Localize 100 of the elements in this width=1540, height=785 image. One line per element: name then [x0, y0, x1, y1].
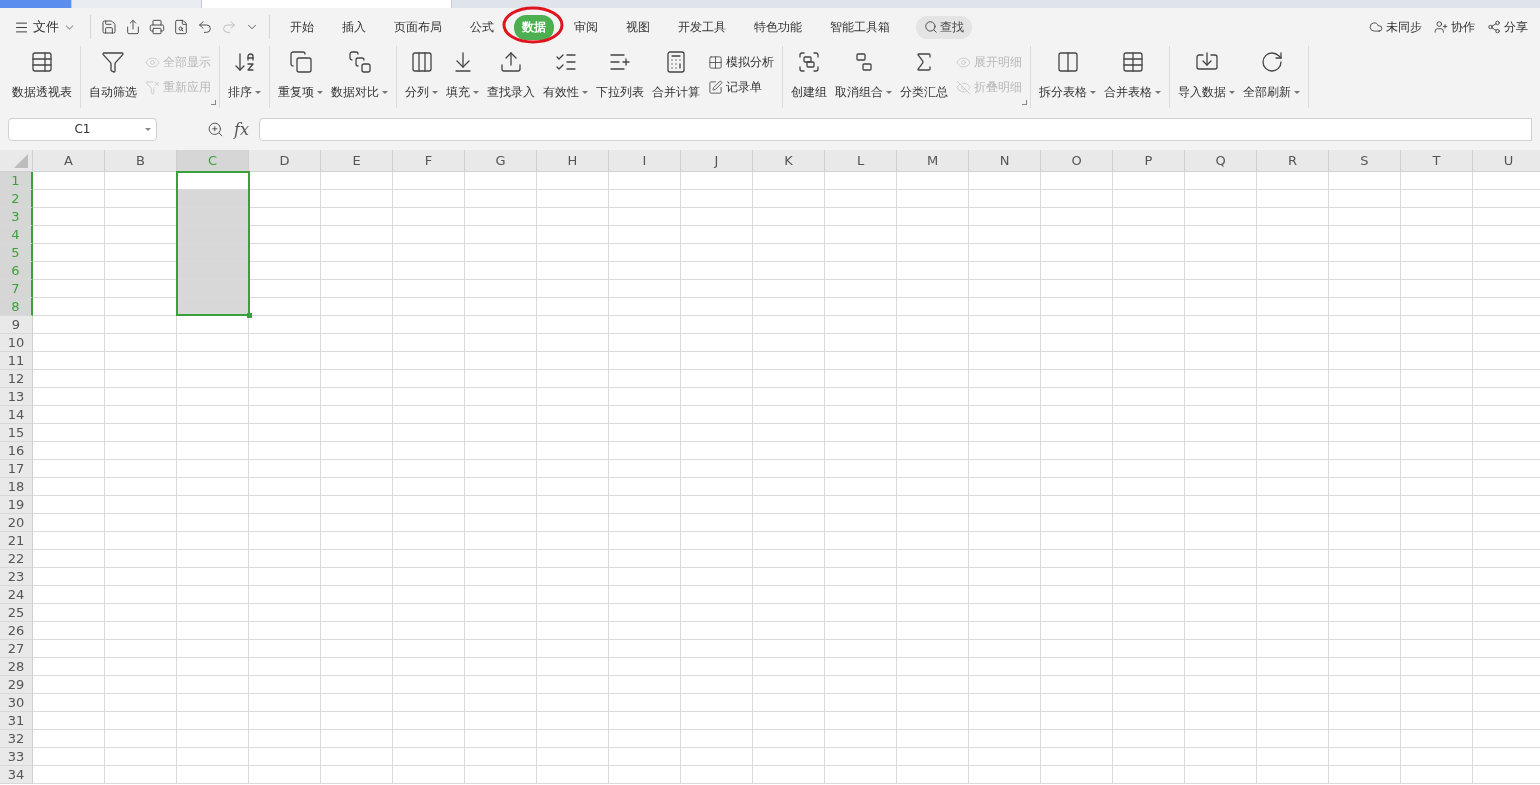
row-header[interactable]: 28: [0, 658, 33, 676]
ribbon-button[interactable]: 自动筛选: [85, 46, 141, 108]
ribbon-tab[interactable]: 插入: [334, 14, 374, 40]
pen-icon: [708, 80, 723, 95]
ribbon-button[interactable]: 填充: [442, 46, 483, 108]
row-header[interactable]: 30: [0, 694, 33, 712]
row-header[interactable]: 13: [0, 388, 33, 406]
column-header[interactable]: L: [825, 150, 897, 172]
ribbon-button[interactable]: 取消组合: [831, 46, 896, 108]
column-header[interactable]: B: [105, 150, 177, 172]
ribbon-tab[interactable]: 开发工具: [670, 14, 734, 40]
column-header[interactable]: K: [753, 150, 825, 172]
refresh-icon: [1259, 50, 1284, 74]
grid-icon: [708, 55, 723, 70]
formula-input[interactable]: [258, 117, 1532, 141]
column-header[interactable]: G: [465, 150, 537, 172]
ribbon-button[interactable]: 创建组: [787, 46, 831, 108]
row-header[interactable]: 10: [0, 334, 33, 352]
stacked-squares-icon: [347, 50, 372, 74]
ribbon-button[interactable]: 全部刷新: [1239, 46, 1304, 108]
ribbon-button[interactable]: 分类汇总: [896, 46, 952, 108]
column-header[interactable]: H: [537, 150, 609, 172]
column-header[interactable]: D: [249, 150, 321, 172]
column-header[interactable]: P: [1113, 150, 1185, 172]
ribbon-button[interactable]: 有效性: [539, 46, 592, 108]
row-header[interactable]: 24: [0, 586, 33, 604]
column-header[interactable]: S: [1329, 150, 1401, 172]
ribbon-button[interactable]: 拆分表格: [1035, 46, 1100, 108]
column-header[interactable]: J: [681, 150, 753, 172]
row-header[interactable]: 22: [0, 550, 33, 568]
ribbon-tab[interactable]: 视图: [618, 14, 658, 40]
column-header[interactable]: R: [1257, 150, 1329, 172]
ribbon-button[interactable]: 查找录入: [483, 46, 539, 108]
row-header[interactable]: 20: [0, 514, 33, 532]
row-header[interactable]: 16: [0, 442, 33, 460]
row-header[interactable]: 33: [0, 748, 33, 766]
column-header[interactable]: T: [1401, 150, 1473, 172]
ribbon-button[interactable]: 导入数据: [1174, 46, 1239, 108]
row-header[interactable]: 23: [0, 568, 33, 586]
print-button[interactable]: [147, 17, 167, 37]
undo-icon: [197, 19, 213, 35]
redo-icon: [221, 19, 237, 35]
row-header[interactable]: 19: [0, 496, 33, 514]
row-header[interactable]: 18: [0, 478, 33, 496]
eye-icon: [145, 55, 160, 70]
ribbon-tab[interactable]: 页面布局: [386, 14, 450, 40]
row-header[interactable]: 31: [0, 712, 33, 730]
ribbon-tab[interactable]: 审阅: [566, 14, 606, 40]
column-header[interactable]: A: [33, 150, 105, 172]
ribbon-button[interactable]: 数据对比: [327, 46, 392, 108]
column-header[interactable]: I: [609, 150, 681, 172]
toolbar-action[interactable]: 未同步: [1365, 16, 1426, 38]
row-header[interactable]: 9: [0, 316, 33, 334]
row-header[interactable]: 26: [0, 622, 33, 640]
ribbon-tab[interactable]: 公式: [462, 14, 502, 40]
toolbar-action[interactable]: 协作: [1430, 16, 1479, 38]
row-header[interactable]: 34: [0, 766, 33, 784]
ribbon-tab[interactable]: 智能工具箱: [822, 14, 898, 40]
ribbon-button[interactable]: 下拉列表: [592, 46, 648, 108]
menu-icon: [14, 19, 29, 35]
column-header[interactable]: O: [1041, 150, 1113, 172]
row-header[interactable]: 25: [0, 604, 33, 622]
column-header[interactable]: E: [321, 150, 393, 172]
ribbon-small-button[interactable]: 模拟分析: [706, 54, 776, 71]
row-header[interactable]: 12: [0, 370, 33, 388]
row-header[interactable]: 32: [0, 730, 33, 748]
overlapping-squares-icon: [288, 50, 313, 74]
ribbon-button[interactable]: 重复项: [274, 46, 327, 108]
row-header[interactable]: 21: [0, 532, 33, 550]
ribbon-tab[interactable]: 特色功能: [746, 14, 810, 40]
launcher-icon[interactable]: [211, 100, 216, 105]
row-header[interactable]: 27: [0, 640, 33, 658]
row-header[interactable]: 15: [0, 424, 33, 442]
ribbon-button[interactable]: 分列: [401, 46, 442, 108]
ribbon-tab[interactable]: 开始: [282, 14, 322, 40]
launcher-icon[interactable]: [1022, 100, 1027, 105]
name-box[interactable]: C1: [8, 117, 157, 141]
row-header[interactable]: 29: [0, 676, 33, 694]
add-user-icon: [1434, 20, 1448, 34]
ribbon-button[interactable]: 排序: [224, 46, 265, 108]
column-header[interactable]: N: [969, 150, 1041, 172]
save-button[interactable]: [99, 17, 119, 37]
row-header[interactable]: 11: [0, 352, 33, 370]
ribbon-button[interactable]: 合并计算: [648, 46, 704, 108]
file-menu[interactable]: 文件: [8, 14, 82, 40]
search-button[interactable]: 查找: [916, 15, 972, 39]
column-header[interactable]: Q: [1185, 150, 1257, 172]
column-header[interactable]: M: [897, 150, 969, 172]
column-header[interactable]: F: [393, 150, 465, 172]
row-header[interactable]: 14: [0, 406, 33, 424]
ribbon-button[interactable]: 合并表格: [1100, 46, 1165, 108]
row-header[interactable]: 17: [0, 460, 33, 478]
fill-handle[interactable]: [247, 313, 252, 318]
file-search-icon: [173, 19, 189, 35]
group-icon: [797, 50, 821, 74]
eye-icon: [956, 55, 971, 70]
ribbon-small-button[interactable]: 记录单: [706, 79, 776, 96]
toolbar-action[interactable]: 分享: [1483, 16, 1532, 38]
save-icon: [101, 19, 117, 35]
ribbon-button[interactable]: 数据透视表: [8, 46, 76, 108]
